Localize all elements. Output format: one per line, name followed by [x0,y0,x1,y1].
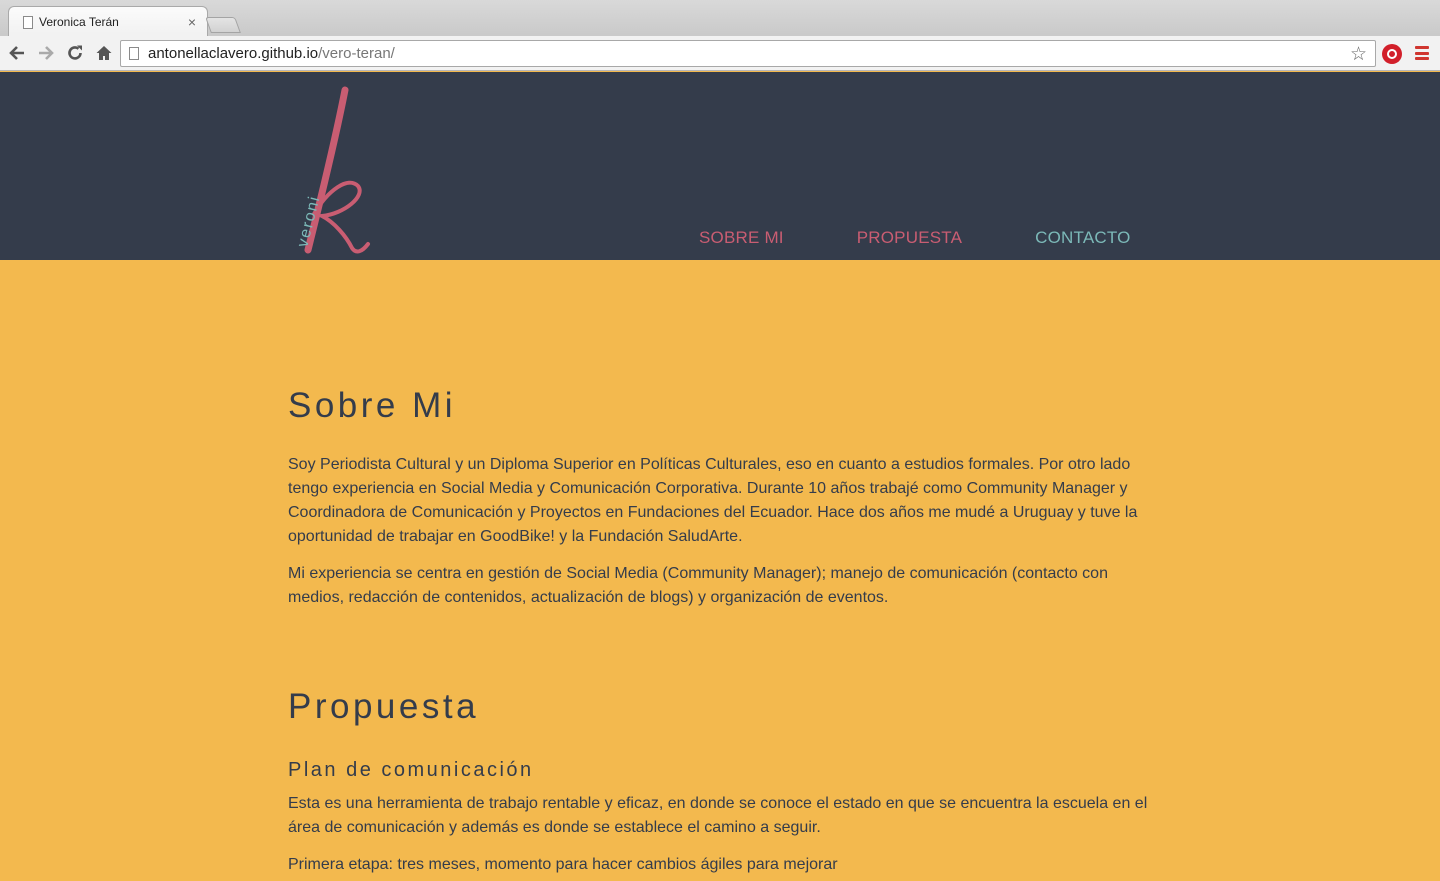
forward-arrow-icon [39,46,54,60]
sobre-mi-paragraph-2: Mi experiencia se centra en gestión de S… [288,565,1108,606]
new-tab-button[interactable] [205,17,241,33]
address-bar[interactable]: antonellaclavero.github.io/vero-teran/ ☆ [120,40,1376,67]
extension-icon[interactable] [1382,44,1402,64]
browser-toolbar: antonellaclavero.github.io/vero-teran/ ☆ [0,36,1440,71]
propuesta-paragraph-2: Primera etapa: tres meses, momento para … [288,856,838,873]
browser-menu-icon[interactable] [1415,46,1429,60]
tab-title: Veronica Terán [39,15,119,29]
page-icon [129,47,139,60]
url-path: /vero-teran/ [318,45,395,62]
url-host: antonellaclavero.github.io [148,45,319,62]
logo[interactable]: veroni [288,86,378,254]
home-button[interactable] [90,39,118,67]
nav-sobre-mi[interactable]: SOBRE MI [699,228,784,248]
back-arrow-icon [9,46,24,60]
plan-comunicacion-heading: Plan de comunicación [288,759,534,781]
browser-tab[interactable]: Veronica Terán × [8,6,208,37]
main-nav: SOBRE MI PROPUESTA CONTACTO [699,228,1131,248]
bookmark-star-icon[interactable]: ☆ [1350,43,1367,66]
logo-text: veroni [294,194,323,249]
nav-contacto[interactable]: CONTACTO [1035,228,1130,248]
reload-button[interactable] [61,39,89,67]
propuesta-heading: Propuesta [288,687,480,726]
site-header: veroni SOBRE MI PROPUESTA CONTACTO [0,72,1440,260]
home-icon [96,46,112,60]
propuesta-paragraph-1: Esta es una herramienta de trabajo renta… [288,795,1148,836]
back-button[interactable] [3,39,31,67]
page-icon [23,15,33,29]
forward-button[interactable] [32,39,60,67]
browser-tabstrip: Veronica Terán × [0,0,1440,37]
nav-propuesta[interactable]: PROPUESTA [857,228,962,248]
sobre-mi-paragraph-1: Soy Periodista Cultural y un Diploma Sup… [288,456,1138,545]
tab-close-icon[interactable]: × [185,14,199,30]
sobre-mi-heading: Sobre Mi [288,386,457,425]
reload-icon [68,45,82,60]
